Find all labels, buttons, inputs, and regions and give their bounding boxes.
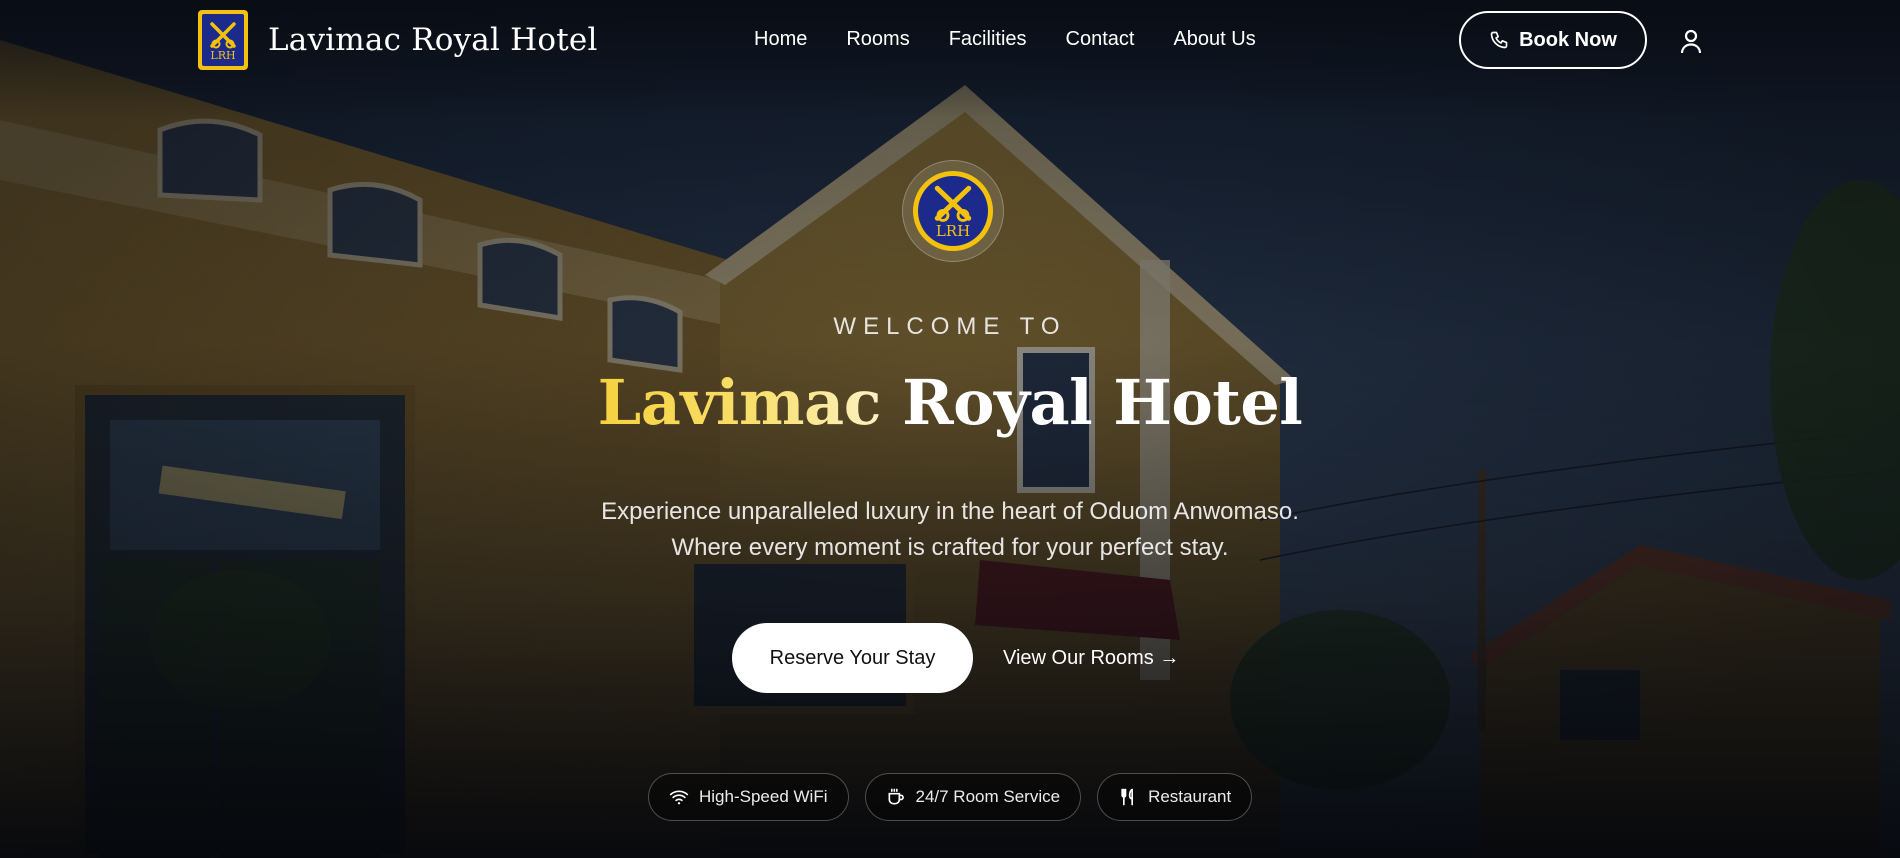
hero-title-highlight: Lavimac [597, 366, 882, 439]
site-header: LRH Lavimac Royal Hotel Home Rooms Facil… [0, 0, 1900, 82]
nav-about-us[interactable]: About Us [1173, 28, 1255, 51]
nav-contact[interactable]: Contact [1066, 28, 1135, 51]
feature-chip-restaurant: Restaurant [1097, 773, 1253, 821]
crossed-keys-icon [210, 21, 236, 48]
main-nav: Home Rooms Facilities Contact About Us [754, 28, 1256, 51]
reserve-your-stay-button[interactable]: Reserve Your Stay [732, 623, 973, 693]
coffee-cup-icon [888, 788, 904, 805]
phone-icon [1490, 31, 1508, 49]
hero-tagline: Experience unparalleled luxury in the he… [0, 494, 1900, 566]
brand[interactable]: LRH Lavimac Royal Hotel [198, 10, 598, 70]
feature-chip-room-service: 24/7 Room Service [864, 773, 1082, 821]
view-our-rooms-link[interactable]: View Our Rooms → [1003, 647, 1179, 670]
hero-title: Lavimac Royal Hotel [0, 366, 1900, 439]
book-now-button[interactable]: Book Now [1459, 11, 1647, 69]
hero-title-rest: Royal Hotel [902, 366, 1303, 439]
feature-chip-wifi: High-Speed WiFi [648, 773, 849, 821]
feature-label: High-Speed WiFi [699, 787, 828, 806]
emblem-text: LRH [935, 222, 971, 240]
feature-chips: High-Speed WiFi 24/7 Room Service Restau… [648, 773, 1253, 821]
nav-facilities[interactable]: Facilities [949, 28, 1027, 51]
hotel-emblem: LRH [902, 160, 1004, 262]
crossed-keys-icon [934, 185, 972, 222]
tagline-line-2: Where every moment is crafted for your p… [671, 534, 1229, 561]
tagline-line-1: Experience unparalleled luxury in the he… [601, 498, 1299, 525]
welcome-eyebrow: WELCOME TO [833, 313, 1067, 340]
wifi-icon [669, 790, 689, 805]
nav-rooms[interactable]: Rooms [846, 28, 909, 51]
user-icon[interactable] [1679, 28, 1703, 54]
hotel-logo-icon: LRH [198, 10, 248, 70]
brand-name: Lavimac Royal Hotel [268, 22, 598, 58]
feature-label: Restaurant [1148, 787, 1232, 806]
logo-text: LRH [210, 48, 236, 62]
book-now-label: Book Now [1519, 28, 1617, 51]
nav-home[interactable]: Home [754, 28, 807, 51]
fork-knife-icon [1121, 788, 1134, 806]
feature-label: 24/7 Room Service [915, 787, 1061, 806]
